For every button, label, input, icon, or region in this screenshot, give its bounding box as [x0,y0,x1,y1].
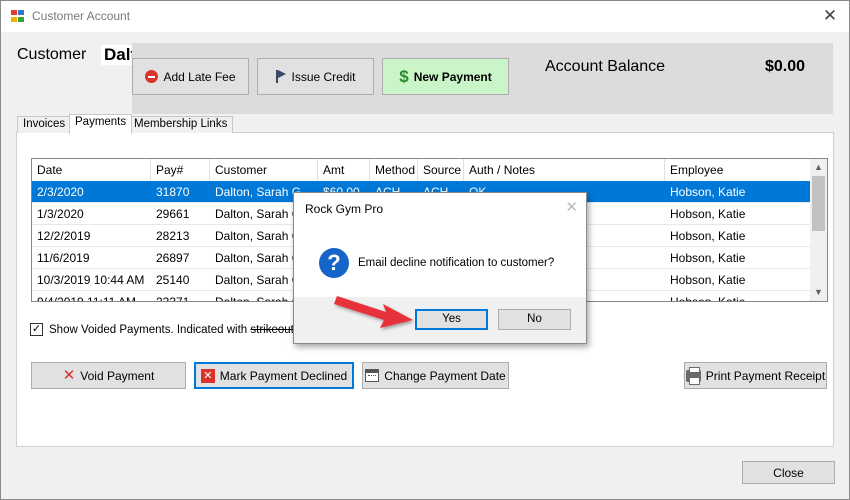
red-x-icon: ✕ [62,367,76,384]
col-employee-header[interactable]: Employee [665,159,810,181]
change-payment-date-label: Change Payment Date [384,368,506,383]
scroll-thumb[interactable] [812,176,825,231]
dollar-icon: $ [399,67,409,86]
cell-employee: Hobson, Katie [670,185,746,199]
cell-date: 11/6/2019 [37,251,90,265]
cell-pay: 26897 [156,251,190,265]
mark-payment-declined-button[interactable]: ✕ Mark Payment Declined [194,362,354,389]
calendar-icon [365,369,380,382]
customer-label: Customer [17,46,87,63]
col-amt-header[interactable]: Amt [318,159,370,181]
cell-pay: 28213 [156,229,190,243]
printer-icon [685,366,701,385]
dialog-title: Rock Gym Pro [305,202,384,216]
declined-icon: ✕ [200,368,215,383]
question-icon: ? [319,248,349,278]
grid-vertical-scrollbar[interactable]: ▲ ▼ [810,159,827,301]
cell-date: 2/3/2020 [37,185,84,199]
cell-pay: 29661 [156,207,190,221]
col-source-header[interactable]: Source [418,159,464,181]
cell-date: 9/4/2019 11:11 AM [37,295,136,302]
app-icon [11,10,25,23]
show-voided-text: Show Voided Payments. Indicated with [49,324,248,336]
print-payment-receipt-label: Print Payment Receipt [705,368,826,383]
new-payment-label: New Payment [413,69,492,84]
print-payment-receipt-button[interactable]: Print Payment Receipt [684,362,827,389]
col-date-header[interactable]: Date [32,159,151,181]
cell-date: 12/2/2019 [37,229,91,243]
grid-header: Date Pay# Customer Amt Method Source Aut… [32,159,810,181]
title-bar: Customer Account ✕ [1,1,849,32]
show-voided-checkbox[interactable]: ✓ [30,323,43,336]
account-balance-label: Account Balance [545,58,666,75]
void-payment-button[interactable]: ✕ Void Payment [31,362,186,389]
cell-employee: Hobson, Katie [670,273,746,287]
change-payment-date-button[interactable]: Change Payment Date [362,362,509,389]
add-late-fee-button[interactable]: Add Late Fee [132,58,249,95]
flag-icon [275,70,286,83]
void-payment-label: Void Payment [80,368,155,383]
account-balance-value: $0.00 [765,58,806,75]
issue-credit-label: Issue Credit [291,69,356,84]
cell-employee: Hobson, Katie [670,229,746,243]
col-pay-header[interactable]: Pay# [151,159,210,181]
dialog-yes-button[interactable]: Yes [415,309,488,330]
mark-payment-declined-label: Mark Payment Declined [219,368,348,383]
strikeout-sample: strikeout [250,324,294,336]
close-button-label: Close [773,465,804,480]
cell-pay: 25140 [156,273,190,287]
scroll-down-icon[interactable]: ▼ [810,284,827,301]
dialog-message: Email decline notification to customer? [358,257,555,269]
cell-date: 10/3/2019 10:44 AM [37,273,145,287]
col-method-header[interactable]: Method [370,159,418,181]
pointer-arrow-icon [334,296,413,328]
tab-invoices[interactable]: Invoices [17,116,72,133]
window-title: Customer Account [32,9,131,23]
dialog-no-button[interactable]: No [498,309,571,330]
close-icon[interactable]: ✕ [819,5,841,27]
close-button[interactable]: Close [742,461,835,484]
cell-pay: 23371 [156,295,190,302]
scroll-up-icon[interactable]: ▲ [810,159,827,176]
issue-credit-button[interactable]: Issue Credit [257,58,374,95]
cell-employee: Hobson, Katie [670,251,746,265]
col-customer-header[interactable]: Customer [210,159,318,181]
dialog-close-icon[interactable]: ✕ [565,198,578,216]
cell-date: 1/3/2020 [37,207,84,221]
cell-pay: 31870 [156,185,190,199]
col-notes-header[interactable]: Auth / Notes [464,159,665,181]
minus-circle-icon [145,70,159,83]
show-voided-label: Show Voided Payments. Indicated with str… [49,324,294,336]
cell-employee: Hobson, Katie [670,295,746,302]
add-late-fee-label: Add Late Fee [163,69,236,84]
tab-membership-links[interactable]: Membership Links [128,116,234,133]
new-payment-button[interactable]: $ New Payment [382,58,509,95]
tab-payments[interactable]: Payments [69,114,133,134]
cell-employee: Hobson, Katie [670,207,746,221]
